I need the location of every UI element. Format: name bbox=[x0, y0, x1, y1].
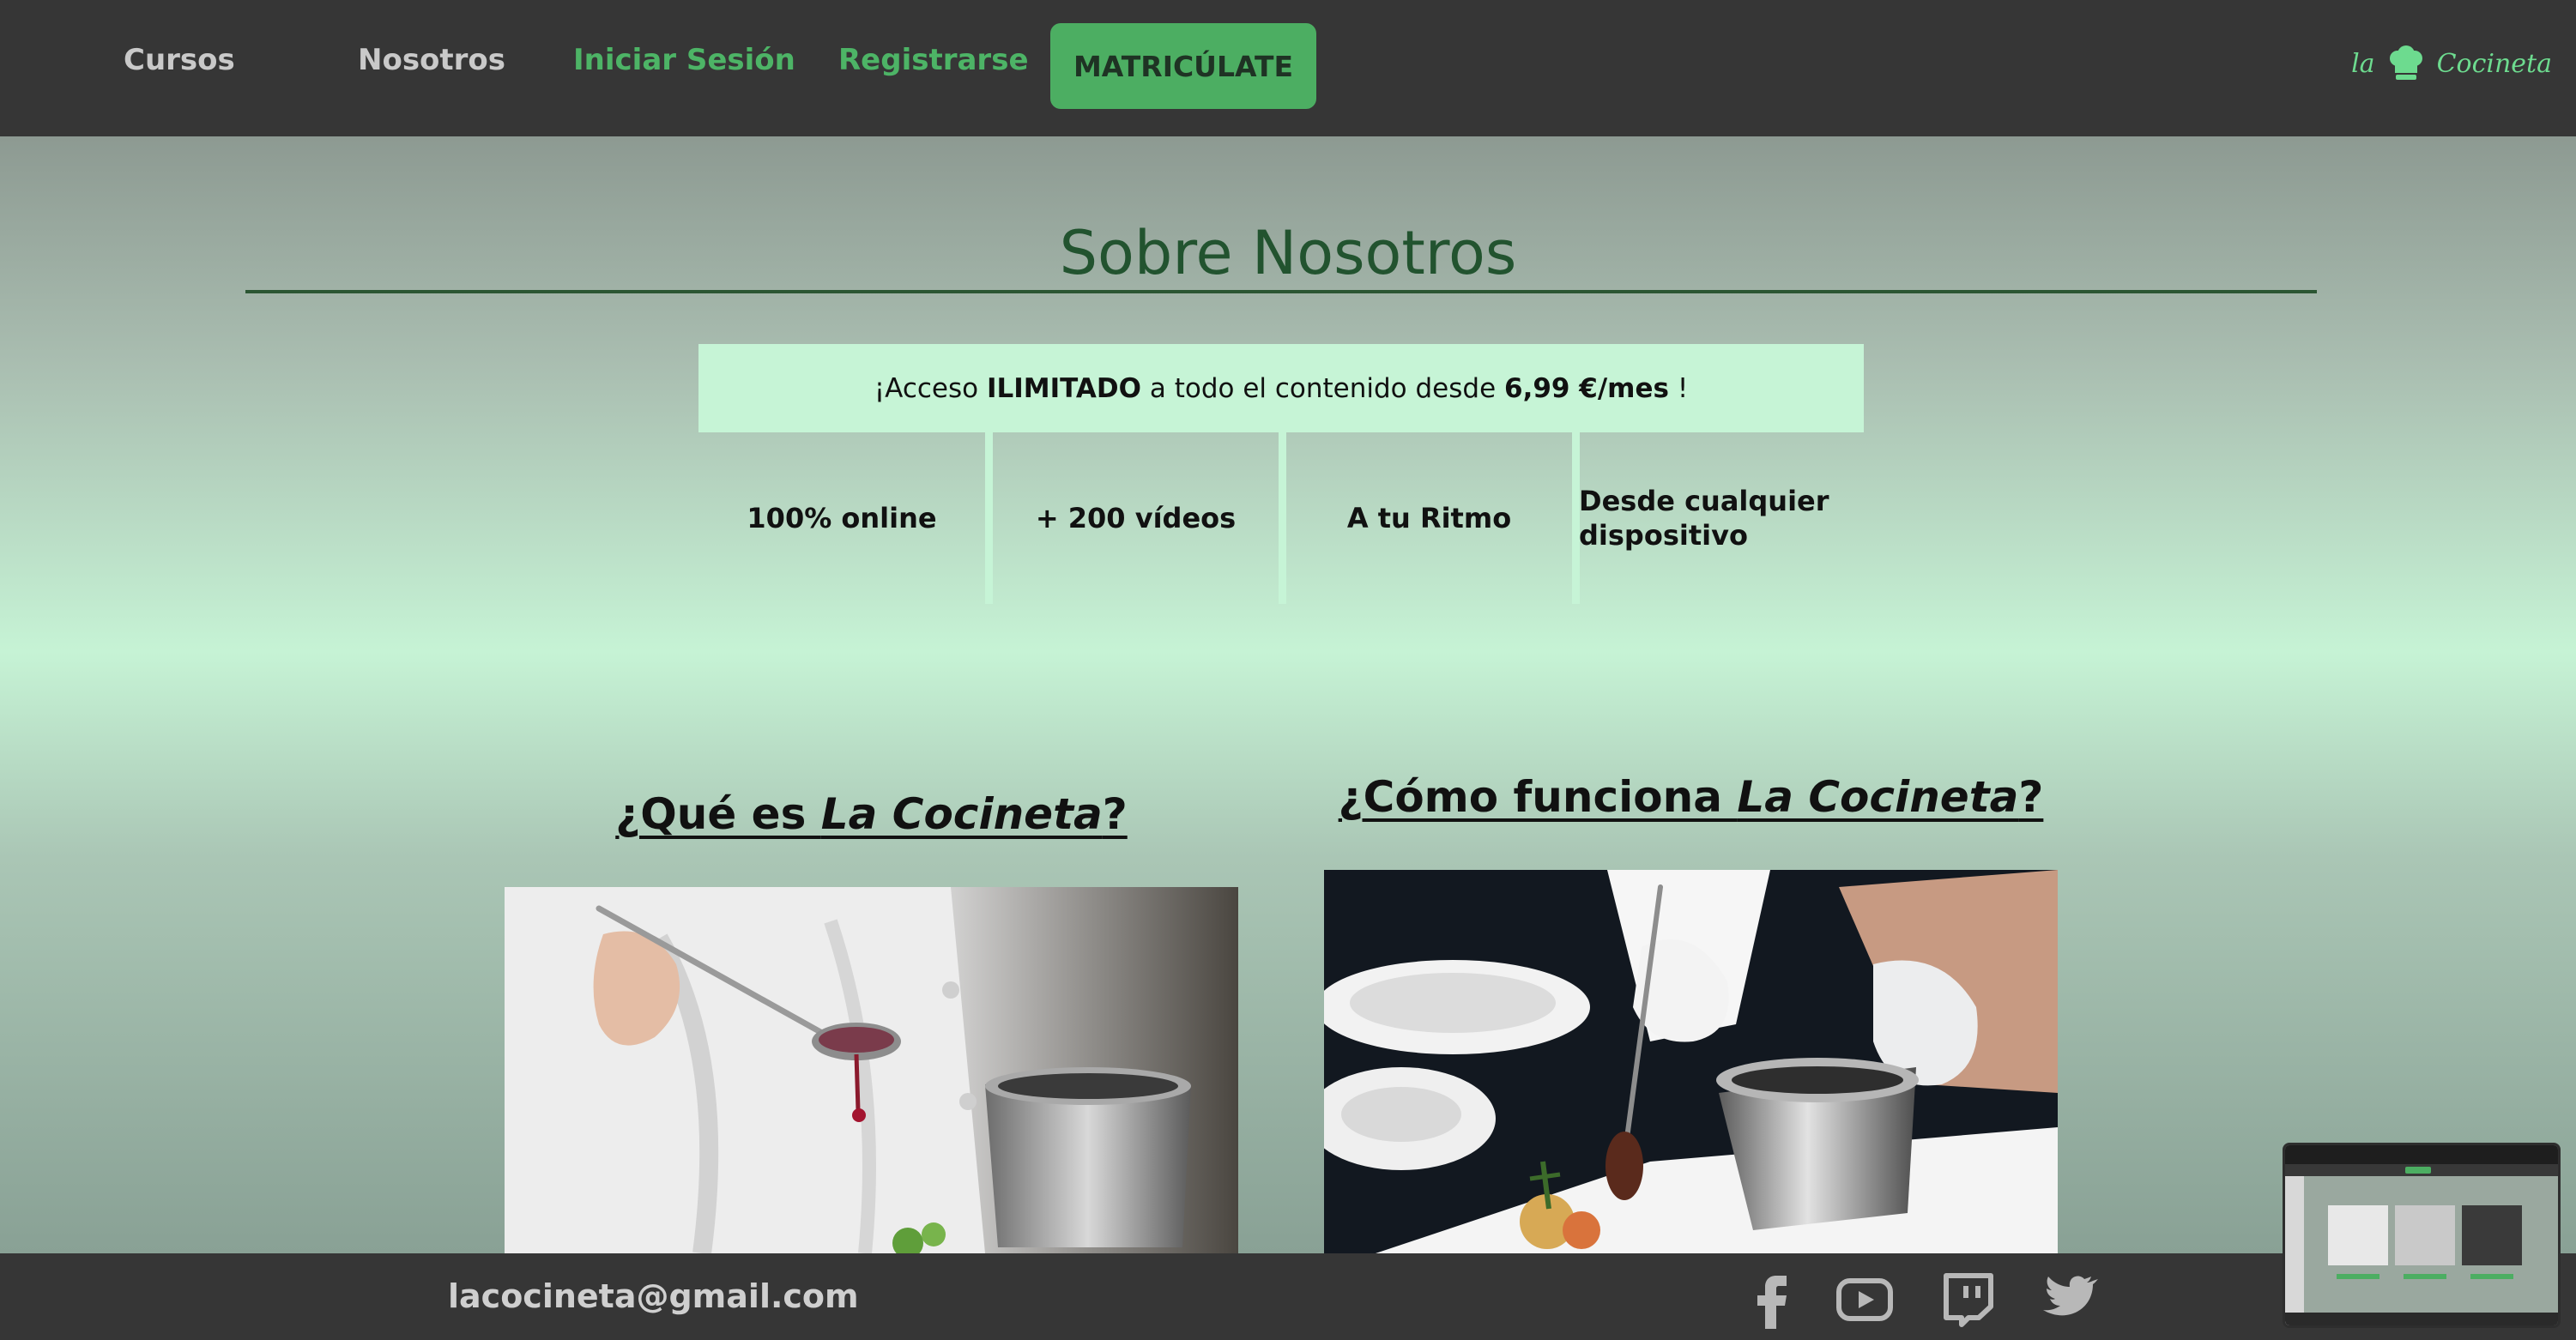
chef-hat-icon bbox=[2389, 45, 2422, 80]
site-footer: lacocineta@gmail.com bbox=[0, 1253, 2576, 1340]
nav-link-login[interactable]: Iniciar Sesión bbox=[573, 43, 795, 77]
feature-device: Desde cualquier dispositivo bbox=[1579, 485, 1829, 552]
what-is-heading-suffix: ? bbox=[1102, 789, 1128, 839]
feature-pace: A tu Ritmo bbox=[1346, 502, 1512, 534]
how-works-heading-brand: La Cocineta bbox=[1737, 772, 2019, 822]
feature-videos: + 200 vídeos bbox=[1035, 502, 1237, 534]
site-logo[interactable]: la Cocineta bbox=[2351, 38, 2552, 89]
nav-link-cursos[interactable]: Cursos bbox=[124, 43, 235, 77]
enroll-button[interactable]: MATRICÚLATE bbox=[1050, 23, 1316, 109]
feature-online: 100% online bbox=[747, 502, 937, 534]
how-works-heading-prefix: ¿Cómo funciona bbox=[1338, 772, 1738, 822]
top-navigation-bar: Cursos Nosotros Iniciar Sesión Registrar… bbox=[0, 0, 2576, 136]
promo-banner: ¡Acceso ILIMITADO a todo el contenido de… bbox=[698, 344, 1864, 432]
what-is-heading: ¿Qué es La Cocineta? bbox=[505, 789, 1238, 839]
promo-suffix: ! bbox=[1668, 372, 1689, 404]
contact-email[interactable]: lacocineta@gmail.com bbox=[448, 1277, 859, 1315]
feature-separator bbox=[985, 432, 993, 604]
chef-plating-photo bbox=[505, 887, 1238, 1253]
nav-link-register[interactable]: Registrarse bbox=[838, 43, 1029, 77]
what-is-heading-brand: La Cocineta bbox=[820, 789, 1103, 839]
logo-word-cocineta: Cocineta bbox=[2436, 48, 2552, 79]
youtube-icon[interactable] bbox=[1835, 1269, 1895, 1329]
screenshot-thumbnail[interactable] bbox=[2283, 1143, 2561, 1328]
how-works-heading: ¿Cómo funciona La Cocineta? bbox=[1324, 772, 2058, 822]
promo-middle: a todo el contenido desde bbox=[1141, 372, 1505, 404]
how-works-heading-suffix: ? bbox=[2018, 772, 2044, 822]
feature-separator bbox=[1279, 432, 1286, 604]
twitter-icon[interactable] bbox=[2038, 1269, 2098, 1329]
page-title: Sobre Nosotros bbox=[1059, 218, 1517, 288]
what-is-heading-prefix: ¿Qué es bbox=[615, 789, 821, 839]
facebook-icon[interactable] bbox=[1742, 1269, 1802, 1329]
gloved-chef-photo bbox=[1324, 870, 2058, 1253]
promo-highlight: ILIMITADO bbox=[986, 372, 1141, 404]
promo-price: 6,99 €/mes bbox=[1504, 372, 1669, 404]
promo-prefix: ¡Acceso bbox=[874, 372, 987, 404]
twitch-icon[interactable] bbox=[1938, 1269, 1998, 1329]
title-divider bbox=[245, 290, 2317, 293]
logo-word-la: la bbox=[2351, 48, 2375, 79]
nav-link-nosotros[interactable]: Nosotros bbox=[358, 43, 505, 77]
